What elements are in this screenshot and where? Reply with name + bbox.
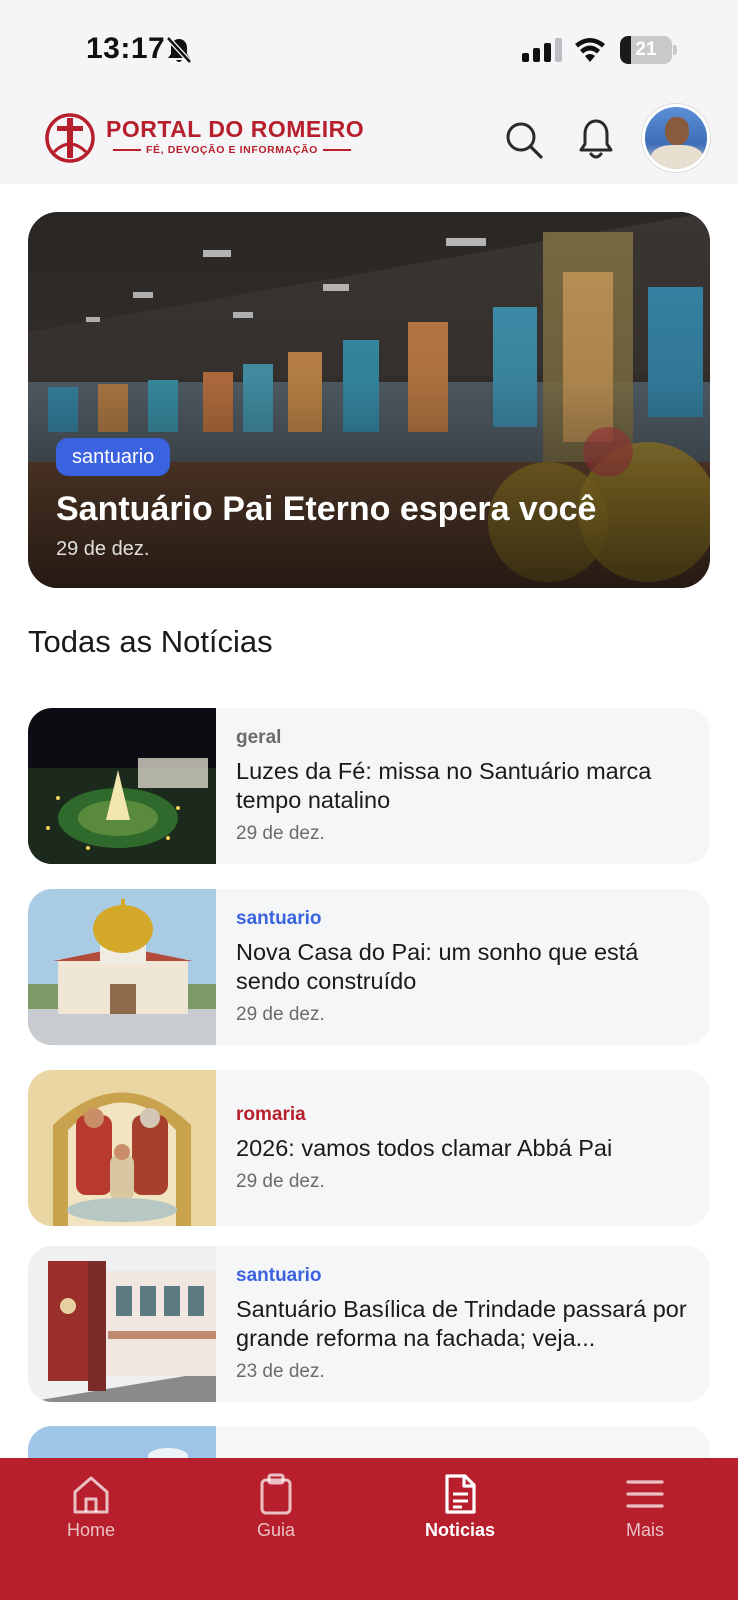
nav-item-mais[interactable]: Mais	[585, 1472, 705, 1552]
news-date: 29 de dez.	[236, 1004, 325, 1025]
news-card[interactable]: santuario Nova Casa do Pai: um sonho que…	[28, 889, 710, 1045]
clipboard-icon	[260, 1473, 292, 1515]
featured-news-card[interactable]: santuario Santuário Pai Eterno espera vo…	[28, 212, 710, 588]
section-title: Todas as Notícias	[28, 624, 273, 659]
news-thumbnail	[28, 1246, 216, 1402]
news-card[interactable]: geral Luzes da Fé: missa no Santuário ma…	[28, 708, 710, 864]
nav-item-noticias[interactable]: Noticias	[400, 1472, 520, 1552]
news-category[interactable]: santuario	[236, 1265, 690, 1287]
search-icon[interactable]	[504, 120, 544, 160]
logo-title: PORTAL DO ROMEIRO	[106, 116, 365, 142]
bottom-navigation: Home Guia Noticias Mais	[0, 1458, 738, 1600]
news-category[interactable]: santuario	[236, 908, 690, 930]
logo-tagline: FÉ, DEVOÇÃO E INFORMAÇÃO	[106, 144, 358, 156]
menu-icon	[626, 1480, 664, 1508]
news-thumbnail	[28, 1070, 216, 1226]
news-title: Nova Casa do Pai: um sonho que está send…	[236, 939, 639, 994]
status-bar: 13:17 21	[0, 0, 738, 92]
news-category[interactable]: romaria	[236, 1104, 690, 1126]
hero-title: Santuário Pai Eterno espera você	[56, 490, 597, 528]
nav-label: Noticias	[424, 1520, 496, 1540]
nav-item-guia[interactable]: Guia	[216, 1472, 336, 1552]
app-header: PORTAL DO ROMEIRO FÉ, DEVOÇÃO E INFORMAÇ…	[0, 92, 738, 184]
portal-logo[interactable]: PORTAL DO ROMEIRO FÉ, DEVOÇÃO E INFORMAÇ…	[44, 112, 364, 166]
cellular-signal-icon	[522, 38, 562, 62]
news-date: 23 de dez.	[236, 1361, 325, 1382]
news-date: 29 de dez.	[236, 1170, 325, 1192]
battery-icon: 21	[620, 36, 677, 64]
news-date: 29 de dez.	[236, 823, 325, 844]
nav-label: Home	[66, 1520, 115, 1540]
document-icon	[445, 1474, 476, 1514]
bell-icon[interactable]	[578, 118, 614, 160]
news-title: Luzes da Fé: missa no Santuário marca te…	[236, 758, 652, 813]
cross-logo-icon	[45, 113, 95, 163]
home-icon	[73, 1476, 109, 1514]
news-thumbnail	[28, 708, 216, 864]
hero-date: 29 de dez.	[56, 538, 150, 560]
avatar[interactable]	[642, 104, 710, 172]
news-card[interactable]: romaria 2026: vamos todos clamar Abbá Pa…	[28, 1070, 710, 1226]
hero-category-badge[interactable]: santuario	[56, 438, 171, 476]
news-title: Santuário Basílica de Trindade passará p…	[236, 1296, 687, 1351]
nav-item-home[interactable]: Home	[31, 1472, 151, 1552]
nav-label: Mais	[625, 1520, 664, 1540]
wifi-icon	[575, 38, 605, 62]
bell-slash-icon	[166, 36, 192, 64]
battery-level: 21	[635, 39, 657, 60]
nav-label: Guia	[256, 1520, 296, 1540]
news-category[interactable]: geral	[236, 727, 690, 749]
status-time: 13:17	[86, 32, 166, 65]
news-card[interactable]: santuario Santuário Basílica de Trindade…	[28, 1246, 710, 1402]
news-title: 2026: vamos todos clamar Abbá Pai	[236, 1134, 613, 1161]
news-thumbnail	[28, 889, 216, 1045]
